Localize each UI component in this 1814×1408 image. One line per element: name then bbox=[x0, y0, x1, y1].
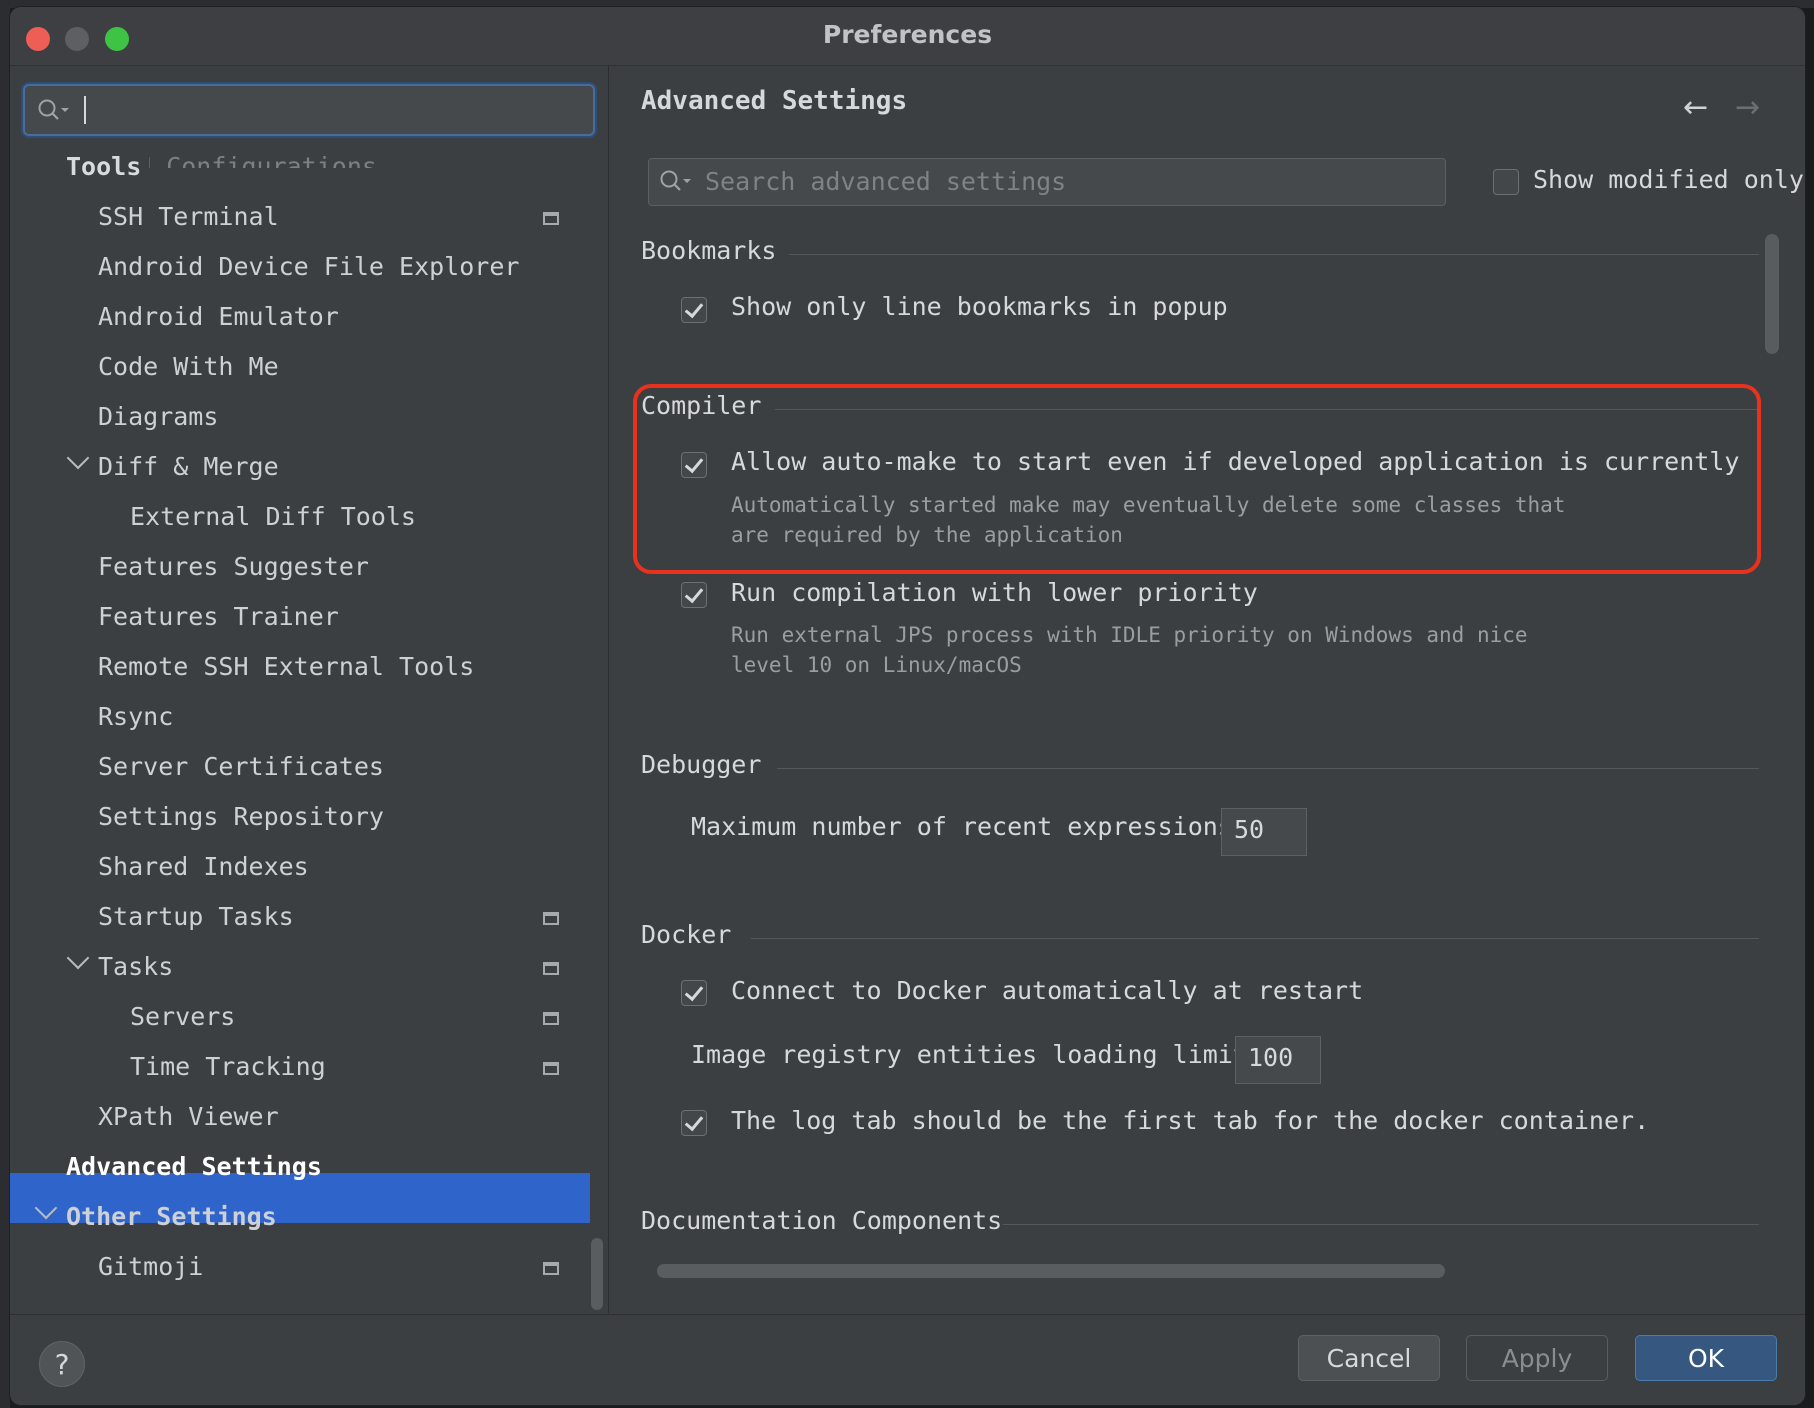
highlight-annotation-box bbox=[633, 384, 1761, 574]
tree-item-server-certificates[interactable]: Server Certificates bbox=[98, 752, 384, 781]
line-bookmarks-checkbox[interactable] bbox=[681, 297, 707, 323]
docker-log-tab-label[interactable]: The log tab should be the first tab for … bbox=[731, 1106, 1649, 1135]
tree-item-ssh-terminal[interactable]: SSH Terminal bbox=[98, 202, 279, 231]
lower-priority-hint-2: level 10 on Linux/macOS bbox=[731, 653, 1022, 677]
tree-item-diff-merge[interactable]: Diff & Merge bbox=[98, 452, 279, 481]
tree-item-servers[interactable]: Servers bbox=[130, 1002, 235, 1031]
lower-priority-hint: Run external JPS process with IDLE prior… bbox=[731, 623, 1528, 647]
section-docker: Docker bbox=[641, 920, 732, 949]
show-modified-only-label[interactable]: Show modified only bbox=[1533, 165, 1804, 194]
line-bookmarks-label[interactable]: Show only line bookmarks in popup bbox=[731, 292, 1228, 321]
horizontal-scrollbar[interactable] bbox=[657, 1264, 1445, 1278]
chevron-down-icon[interactable] bbox=[66, 946, 90, 970]
project-level-icon bbox=[543, 212, 559, 225]
show-modified-only-checkbox[interactable] bbox=[1493, 169, 1519, 195]
text-caret bbox=[84, 96, 86, 124]
tree-item-startup-tasks[interactable]: Startup Tasks bbox=[98, 902, 294, 931]
search-icon bbox=[659, 169, 693, 199]
tree-item-diagrams[interactable]: Diagrams bbox=[98, 402, 218, 431]
tree-item-rsync[interactable]: Rsync bbox=[98, 702, 173, 731]
tree-item-time-tracking[interactable]: Time Tracking bbox=[130, 1052, 326, 1081]
section-divider bbox=[777, 768, 1759, 769]
forward-arrow-icon[interactable]: → bbox=[1735, 90, 1760, 125]
page-title: Advanced Settings bbox=[641, 86, 908, 116]
project-level-icon bbox=[543, 1012, 559, 1025]
section-debugger: Debugger bbox=[641, 750, 762, 779]
tree-item-settings-repository[interactable]: Settings Repository bbox=[98, 802, 384, 831]
section-divider bbox=[1003, 1224, 1759, 1225]
lower-priority-label[interactable]: Run compilation with lower priority bbox=[731, 578, 1258, 607]
project-level-icon bbox=[543, 912, 559, 925]
tree-item-xpath-viewer[interactable]: XPath Viewer bbox=[98, 1102, 279, 1131]
advanced-settings-search-input[interactable]: Search advanced settings bbox=[648, 158, 1446, 206]
recent-expressions-label: Maximum number of recent expressions: bbox=[691, 812, 1248, 841]
title-bar: Preferences bbox=[10, 7, 1805, 66]
section-divider bbox=[751, 938, 1759, 939]
docker-log-tab-checkbox[interactable] bbox=[681, 1110, 707, 1136]
window-title: Preferences bbox=[822, 20, 993, 49]
tree-item-remote-ssh-external-tools[interactable]: Remote SSH External Tools bbox=[98, 652, 474, 681]
tree-item-features-suggester[interactable]: Features Suggester bbox=[98, 552, 369, 581]
docker-auto-connect-label[interactable]: Connect to Docker automatically at resta… bbox=[731, 976, 1363, 1005]
tree-item-android-emulator[interactable]: Android Emulator bbox=[98, 302, 339, 331]
section-documentation-components: Documentation Components bbox=[641, 1206, 1003, 1235]
ok-button[interactable]: OK bbox=[1635, 1335, 1777, 1381]
back-arrow-icon[interactable]: ← bbox=[1683, 90, 1708, 125]
tree-item-features-trainer[interactable]: Features Trainer bbox=[98, 602, 339, 631]
project-level-icon bbox=[543, 1062, 559, 1075]
advanced-settings-panel: Advanced Settings ← → Search advanced se… bbox=[609, 66, 1805, 1313]
vertical-scrollbar[interactable] bbox=[1765, 234, 1779, 354]
recent-expressions-input[interactable]: 50 bbox=[1221, 808, 1307, 856]
tree-item-gitmoji[interactable]: Gitmoji bbox=[98, 1252, 203, 1281]
preferences-window: Preferences SSH Configurations Tools SSH… bbox=[9, 6, 1806, 1406]
help-button[interactable]: ? bbox=[39, 1341, 85, 1387]
search-placeholder: Search advanced settings bbox=[705, 167, 1067, 196]
tree-item-android-device-file-explorer[interactable]: Android Device File Explorer bbox=[98, 252, 519, 281]
chevron-down-icon[interactable] bbox=[66, 446, 90, 470]
project-level-icon bbox=[543, 1262, 559, 1275]
project-level-icon bbox=[543, 962, 559, 975]
tree-group-other-settings[interactable]: Other Settings bbox=[66, 1202, 277, 1231]
section-bookmarks: Bookmarks bbox=[641, 236, 777, 265]
tree-group-tools[interactable]: Tools bbox=[66, 152, 150, 181]
tree-item-advanced-settings[interactable]: Advanced Settings bbox=[66, 1152, 322, 1181]
settings-search-input[interactable] bbox=[23, 84, 595, 136]
lower-priority-checkbox[interactable] bbox=[681, 582, 707, 608]
tree-item-external-diff-tools[interactable]: External Diff Tools bbox=[130, 502, 416, 531]
apply-button[interactable]: Apply bbox=[1466, 1335, 1608, 1381]
dialog-button-bar: ? Cancel Apply OK bbox=[10, 1314, 1805, 1405]
settings-tree-panel: SSH Configurations Tools SSH Terminal An… bbox=[10, 66, 609, 1313]
section-divider bbox=[789, 254, 1759, 255]
search-icon bbox=[37, 98, 71, 128]
docker-auto-connect-checkbox[interactable] bbox=[681, 980, 707, 1006]
cancel-button[interactable]: Cancel bbox=[1298, 1335, 1440, 1381]
tree-scrollbar[interactable] bbox=[591, 1238, 603, 1310]
tree-item-shared-indexes[interactable]: Shared Indexes bbox=[98, 852, 309, 881]
tree-item-tasks[interactable]: Tasks bbox=[98, 952, 173, 981]
registry-limit-input[interactable]: 100 bbox=[1235, 1036, 1321, 1084]
tree-item-code-with-me[interactable]: Code With Me bbox=[98, 352, 279, 381]
registry-limit-label: Image registry entities loading limit: bbox=[691, 1040, 1263, 1069]
